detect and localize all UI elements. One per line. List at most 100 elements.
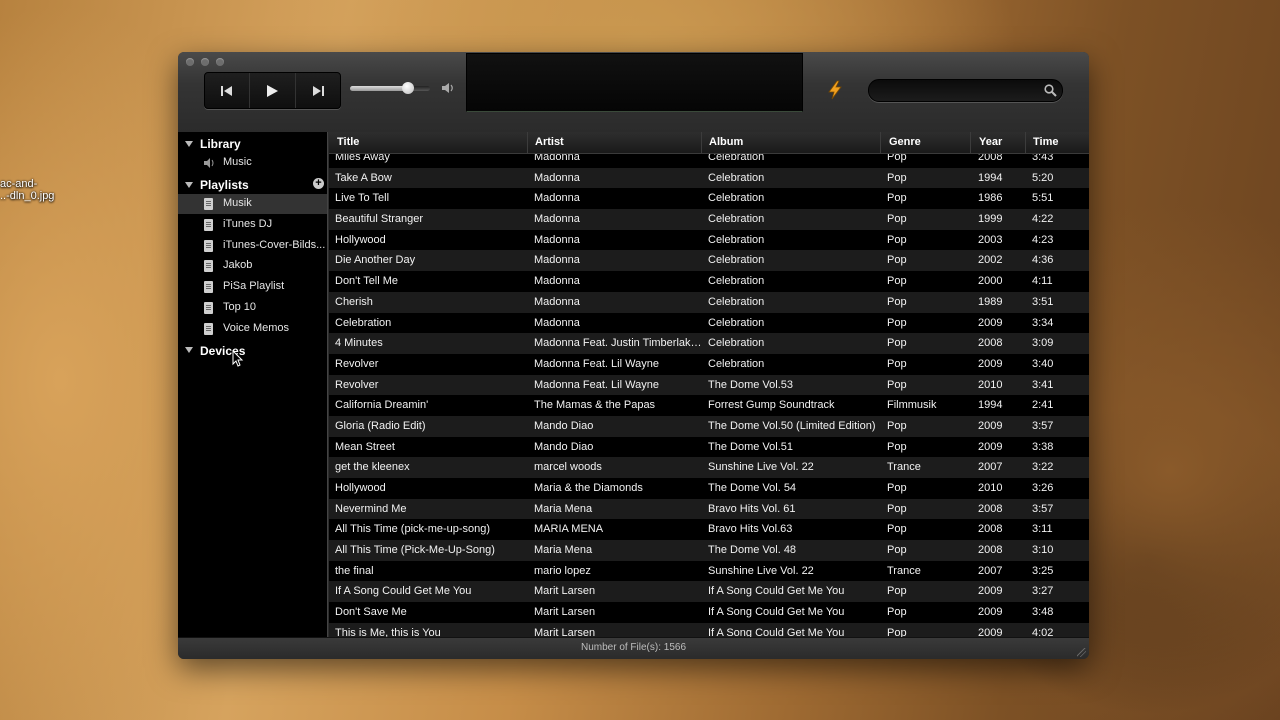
cell-time: 3:40 [1032, 357, 1054, 370]
column-header-genre[interactable]: Genre [889, 136, 921, 148]
column-header-year[interactable]: Year [979, 136, 1002, 148]
table-row[interactable]: Beautiful Stranger Madonna Celebration Pop 1… [329, 209, 1089, 230]
table-row[interactable]: Don't Save Me Marit Larsen If A Song Could… [329, 602, 1089, 623]
table-row[interactable]: Nevermind Me Maria Mena Bravo Hits Vol. 61… [329, 498, 1089, 520]
column-separator[interactable] [527, 132, 528, 153]
table-row[interactable]: Hollywood Maria & the Diamonds The Dome Vo… [329, 478, 1089, 499]
table-row[interactable]: get the kleenex marcel woods Sunshine Live… [329, 457, 1089, 478]
cell-year: 2008 [978, 502, 1003, 515]
cell-artist: MARIA MENA [534, 523, 604, 536]
table-row[interactable]: Cherish Madonna Celebration Pop 1989 3:51 [329, 291, 1089, 313]
cell-time: 2:41 [1032, 399, 1054, 412]
sidebar-item-voice-memos[interactable]: Voice Memos [178, 319, 327, 339]
sidebar-item-label: PiSa Playlist [223, 280, 285, 292]
cell-artist: Madonna Feat. Lil Wayne [534, 378, 659, 391]
cell-year: 1999 [978, 213, 1003, 226]
table-row[interactable]: If A Song Could Get Me You Marit Larsen If… [329, 581, 1089, 603]
play-button[interactable] [250, 73, 296, 108]
table-row[interactable]: 4 Minutes Madonna Feat. Justin Timberlake… [329, 333, 1089, 354]
table-row[interactable]: the final mario lopez Sunshine Live Vol. 2… [329, 561, 1089, 582]
cell-artist: Maria Mena [534, 502, 593, 515]
table-row[interactable]: All This Time (pick-me-up-song) MARIA MEN… [329, 519, 1089, 540]
playlist-icon [204, 198, 213, 210]
table-row[interactable]: Hollywood Madonna Celebration Pop 2003 4:23 [329, 230, 1089, 251]
cell-title: Don't Tell Me [335, 275, 399, 288]
search-input[interactable] [879, 82, 1043, 100]
cell-year: 2000 [978, 275, 1003, 288]
column-separator[interactable] [880, 132, 881, 153]
cell-album: The Dome Vol. 48 [708, 544, 797, 557]
cell-year: 2009 [978, 357, 1003, 370]
cell-artist: marcel woods [534, 461, 602, 474]
table-row[interactable]: Celebration Madonna Celebration Pop 2009 3:34 [329, 313, 1089, 334]
sidebar-item-itunes-cover[interactable]: iTunes-Cover-Bilds... [178, 236, 327, 256]
desktop-file-label-line2: ..-dln_0.jpg [0, 190, 55, 202]
cell-time: 4:22 [1032, 213, 1054, 226]
next-button[interactable] [296, 73, 340, 108]
cell-year: 2010 [978, 482, 1003, 494]
cell-time: 5:51 [1032, 192, 1054, 205]
column-separator[interactable] [970, 132, 971, 153]
cell-genre: Pop [887, 316, 907, 329]
cell-album: Celebration [708, 213, 765, 226]
cell-title: Mean Street [335, 440, 395, 453]
playlist-icon [204, 219, 213, 231]
devices-disclosure-icon[interactable] [185, 347, 193, 353]
column-header-title[interactable]: Title [337, 136, 359, 148]
speaker-icon[interactable] [441, 82, 455, 94]
sidebar-item-music[interactable]: Music [178, 153, 327, 173]
table-row[interactable]: Revolver Madonna Feat. Lil Wayne The Dome … [329, 374, 1089, 396]
column-header-album[interactable]: Album [709, 136, 743, 148]
cell-artist: Marit Larsen [534, 585, 596, 598]
column-separator[interactable] [701, 132, 702, 153]
sidebar-item-top-10[interactable]: Top 10 [178, 298, 327, 318]
table-row[interactable]: This is Me, this is You Marit Larsen If A … [329, 622, 1089, 637]
cell-year: 2002 [978, 254, 1003, 267]
lightning-icon[interactable] [826, 80, 844, 100]
resize-grip-icon[interactable] [1077, 648, 1086, 657]
cell-title: Take A Bow [335, 171, 392, 184]
volume-slider[interactable] [350, 82, 430, 94]
desktop-file-label[interactable]: ac-and- ..-dln_0.jpg [0, 178, 54, 202]
table-row[interactable]: Die Another Day Madonna Celebration Pop 2002… [329, 250, 1089, 272]
column-header-time[interactable]: Time [1033, 136, 1058, 148]
column-separator[interactable] [1025, 132, 1026, 153]
table-header: Title Artist Album Genre Year Time [329, 132, 1089, 154]
sidebar-item-itunes-dj[interactable]: iTunes DJ [178, 215, 327, 235]
table-row[interactable]: Live To Tell Madonna Celebration Pop 1986 5:5… [329, 188, 1089, 209]
cell-title: Cherish [335, 295, 373, 308]
cell-artist: Madonna [534, 192, 580, 205]
close-window-button[interactable] [186, 58, 194, 66]
cell-year: 2009 [978, 606, 1003, 619]
track-table: Miles Away Madonna Celebration Pop 2008 3:43 T… [329, 132, 1089, 637]
cell-genre: Pop [887, 482, 907, 494]
minimize-window-button[interactable] [201, 58, 209, 66]
file-count-status: Number of File(s): 1566 [580, 642, 687, 653]
table-row[interactable]: Don't Tell Me Madonna Celebration Pop 2000 4:… [329, 271, 1089, 292]
add-playlist-button[interactable]: + [313, 178, 324, 189]
search-field[interactable] [868, 79, 1063, 102]
column-header-artist[interactable]: Artist [535, 136, 564, 148]
cell-time: 3:26 [1032, 482, 1054, 494]
cell-title: Gloria (Radio Edit) [335, 419, 426, 432]
cell-album: Celebration [708, 357, 765, 370]
table-row[interactable]: Revolver Madonna Feat. Lil Wayne Celebrati… [329, 354, 1089, 375]
table-row[interactable]: Mean Street Mando Diao The Dome Vol.51 Pop 2… [329, 437, 1089, 458]
table-row[interactable]: Gloria (Radio Edit) Mando Diao The Dome Vo… [329, 415, 1089, 437]
sidebar-item-pisa-playlist[interactable]: PiSa Playlist [178, 277, 327, 297]
volume-knob[interactable] [401, 82, 414, 94]
table-row[interactable]: All This Time (Pick-Me-Up-Song) Maria Men… [329, 540, 1089, 561]
sidebar-item-jakob[interactable]: Jakob [178, 256, 327, 276]
library-disclosure-icon[interactable] [185, 141, 193, 147]
library-header[interactable]: Library [200, 137, 241, 151]
table-row[interactable]: California Dreamin' The Mamas & the Papas… [329, 395, 1089, 416]
zoom-window-button[interactable] [216, 58, 224, 66]
table-row[interactable]: Take A Bow Madonna Celebration Pop 1994 5:20 [329, 167, 1089, 189]
playlists-disclosure-icon[interactable] [185, 182, 193, 188]
previous-button[interactable] [205, 73, 251, 108]
sidebar-item-musik[interactable]: Musik [178, 194, 327, 214]
cell-album: Celebration [708, 171, 765, 184]
cell-title: If A Song Could Get Me You [335, 585, 472, 598]
cell-artist: Mando Diao [534, 419, 594, 432]
playlists-header[interactable]: Playlists [200, 178, 249, 192]
